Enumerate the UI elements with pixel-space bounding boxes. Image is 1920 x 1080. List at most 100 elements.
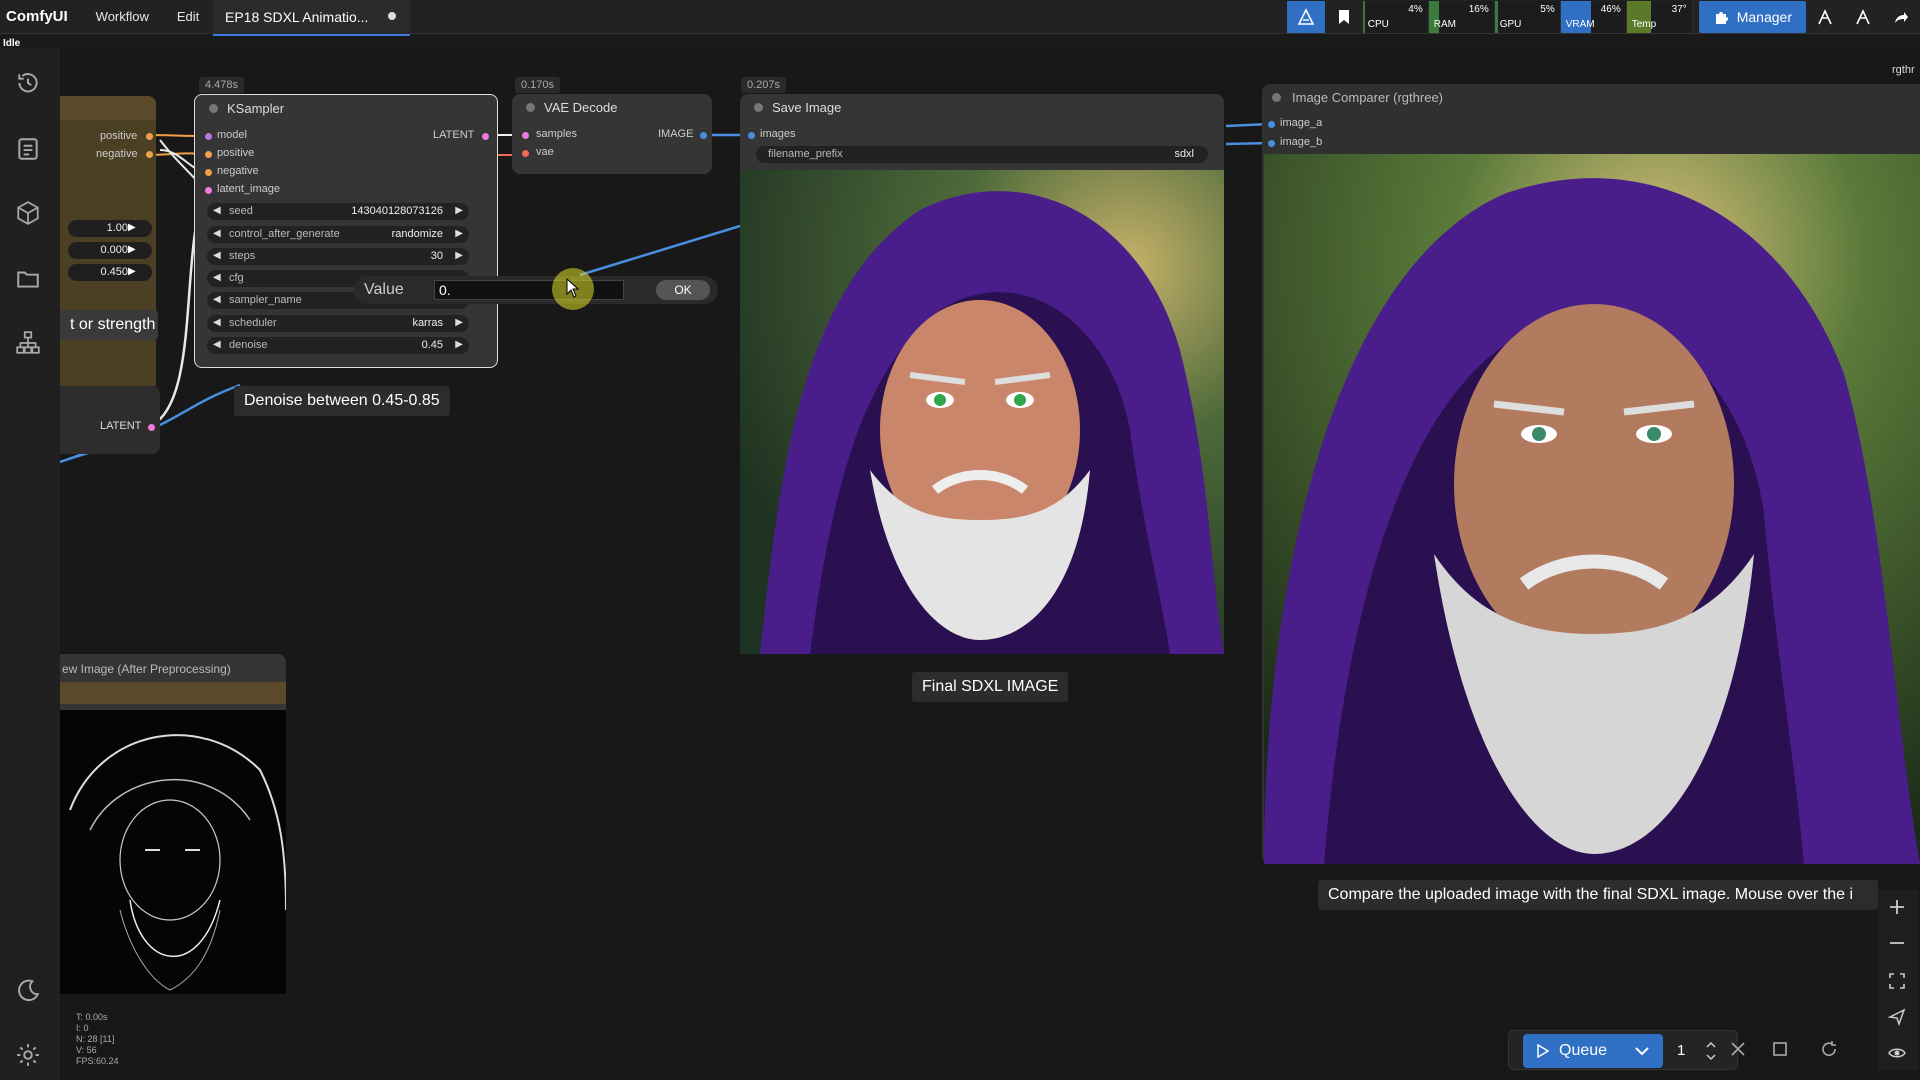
widget-seed[interactable]: ◀ seed 143040128073126 ▶ — [207, 203, 469, 220]
model-dot-icon[interactable] — [205, 133, 212, 140]
seed-decrement-icon[interactable]: ◀ — [213, 205, 221, 216]
comparer-image[interactable] — [1264, 154, 1920, 864]
ok-button[interactable]: OK — [656, 280, 710, 300]
ksampler-title-bar[interactable]: KSampler — [195, 95, 497, 121]
refresh-icon[interactable] — [1820, 1040, 1838, 1058]
settings-gear-icon[interactable] — [15, 1042, 41, 1068]
scheduler-prev-icon[interactable]: ◀ — [213, 317, 221, 328]
widget-control-after-generate[interactable]: ◀ control_after_generate randomize ▶ — [207, 226, 469, 243]
image-b-dot-icon[interactable] — [1268, 140, 1275, 147]
denoise-increment-icon[interactable]: ▶ — [455, 339, 463, 350]
control-next-icon[interactable]: ▶ — [455, 228, 463, 239]
stat-line-i: I: 0 — [76, 1023, 89, 1033]
manager-label: Manager — [1736, 9, 1792, 25]
left-value-3[interactable]: 0.450 — [68, 264, 152, 281]
negative-dot-icon[interactable] — [146, 151, 153, 158]
bookmark-icon[interactable] — [1325, 1, 1363, 33]
negative-in-dot-icon[interactable] — [205, 169, 212, 176]
samples-dot-icon[interactable] — [522, 132, 529, 139]
crystools-icon[interactable] — [1286, 1, 1325, 33]
denoise-tooltip: Denoise between 0.45-0.85 — [234, 386, 450, 416]
images-dot-icon[interactable] — [748, 132, 755, 139]
latent-out-dot-icon[interactable] — [482, 133, 489, 140]
theme-moon-icon[interactable] — [15, 978, 41, 1004]
save-title-bar[interactable]: Save Image — [740, 94, 1224, 120]
workflow-tab-label: EP18 SDXL Animatio... — [225, 9, 369, 25]
stat-cpu-value: 4% — [1408, 4, 1423, 15]
stop-square-icon[interactable] — [1772, 1041, 1788, 1057]
preview-title: ew Image (After Preprocessing) — [62, 662, 231, 676]
menu-workflow[interactable]: Workflow — [82, 9, 163, 24]
zoom-out-icon[interactable] — [1888, 934, 1906, 952]
widget-seed-name: seed — [229, 205, 253, 217]
queue-list-icon[interactable] — [15, 136, 41, 162]
vae-title-bar[interactable]: VAE Decode — [512, 94, 712, 120]
widget-sampler-name-label: sampler_name — [229, 294, 302, 306]
vae-timing: 0.170s — [515, 77, 561, 93]
stat-vram-label: VRAM — [1565, 19, 1595, 30]
widget-filename-prefix[interactable]: filename_prefix sdxl — [756, 146, 1208, 163]
left-arrow-1-icon[interactable]: ▶ — [128, 222, 136, 233]
stat-ram-value: 16% — [1468, 4, 1489, 15]
steps-decrement-icon[interactable]: ◀ — [213, 250, 221, 261]
preview-image-node[interactable]: ew Image (After Preprocessing) — [60, 654, 286, 994]
save-timing: 0.207s — [741, 77, 787, 93]
left-arrow-3-icon[interactable]: ▶ — [128, 266, 136, 277]
left-arrow-2-icon[interactable]: ▶ — [128, 244, 136, 255]
workflow-tab[interactable]: EP18 SDXL Animatio... — [213, 0, 410, 36]
widget-steps[interactable]: ◀ steps 30 ▶ — [207, 248, 469, 265]
workflows-tree-icon[interactable] — [15, 330, 41, 356]
comparer-title-bar[interactable]: Image Comparer (rgthree) — [1262, 84, 1920, 110]
vae-dot-icon[interactable] — [522, 150, 529, 157]
positive-dot-icon[interactable] — [146, 133, 153, 140]
queue-label: Queue — [1559, 1042, 1608, 1059]
sampler-prev-icon[interactable]: ◀ — [213, 294, 221, 305]
eye-icon[interactable] — [1888, 1044, 1906, 1062]
widget-scheduler[interactable]: ◀ scheduler karras ▶ — [207, 315, 469, 332]
stat-gpu-fill — [1494, 1, 1498, 33]
left-value-1[interactable]: 1.00 — [68, 220, 152, 237]
save-image-node[interactable]: Save Image images filename_prefix sdxl — [740, 94, 1224, 654]
fit-view-icon[interactable] — [1888, 972, 1906, 990]
input-image-b: image_b — [1280, 136, 1323, 148]
chevron-down-icon[interactable] — [1635, 1046, 1649, 1056]
image-comparer-node[interactable]: Image Comparer (rgthree) image_a image_b — [1262, 84, 1920, 864]
cancel-x-icon[interactable] — [1730, 1041, 1746, 1057]
scheduler-next-icon[interactable]: ▶ — [455, 317, 463, 328]
left-value-2[interactable]: 0.000 — [68, 242, 152, 259]
share-icon[interactable] — [1882, 1, 1920, 33]
positive-in-dot-icon[interactable] — [205, 151, 212, 158]
steps-increment-icon[interactable]: ▶ — [455, 250, 463, 261]
control-prev-icon[interactable]: ◀ — [213, 228, 221, 239]
widget-control-name: control_after_generate — [229, 228, 340, 240]
latent-dot-icon[interactable] — [148, 424, 155, 431]
node-library-cube-icon[interactable] — [15, 200, 41, 226]
ksampler-node[interactable]: KSampler model positive negative latent_… — [194, 94, 498, 368]
value-input[interactable] — [434, 280, 624, 300]
input-vae: vae — [536, 146, 554, 158]
image-a-dot-icon[interactable] — [1268, 121, 1275, 128]
widget-denoise[interactable]: ◀ denoise 0.45 ▶ — [207, 337, 469, 354]
manager-button[interactable]: Manager — [1698, 1, 1806, 33]
denoise-decrement-icon[interactable]: ◀ — [213, 339, 221, 350]
queue-button[interactable]: Queue — [1523, 1034, 1663, 1068]
image-out-dot-icon[interactable] — [700, 132, 707, 139]
left-value-1-text: 1.00 — [106, 222, 128, 234]
count-stepper-icon[interactable] — [1705, 1039, 1717, 1063]
folder-icon[interactable] — [15, 266, 41, 292]
stat-line-n: N: 28 [11] — [76, 1034, 115, 1044]
seed-increment-icon[interactable]: ▶ — [455, 205, 463, 216]
latent-in-dot-icon[interactable] — [205, 187, 212, 194]
menu-edit[interactable]: Edit — [163, 9, 213, 24]
send-icon[interactable] — [1888, 1008, 1906, 1026]
model-icon[interactable] — [1806, 1, 1844, 33]
vae-title: VAE Decode — [544, 99, 618, 115]
cfg-decrement-icon[interactable]: ◀ — [213, 272, 221, 283]
latent-source-node[interactable]: LATENT — [60, 386, 160, 454]
widget-denoise-name: denoise — [229, 339, 268, 351]
model-alt-icon[interactable] — [1844, 1, 1882, 33]
vae-decode-node[interactable]: VAE Decode samples vae IMAGE — [512, 94, 712, 174]
queue-count[interactable]: 1 — [1677, 1042, 1685, 1059]
zoom-in-icon[interactable] — [1888, 898, 1906, 916]
history-icon[interactable] — [15, 70, 41, 96]
